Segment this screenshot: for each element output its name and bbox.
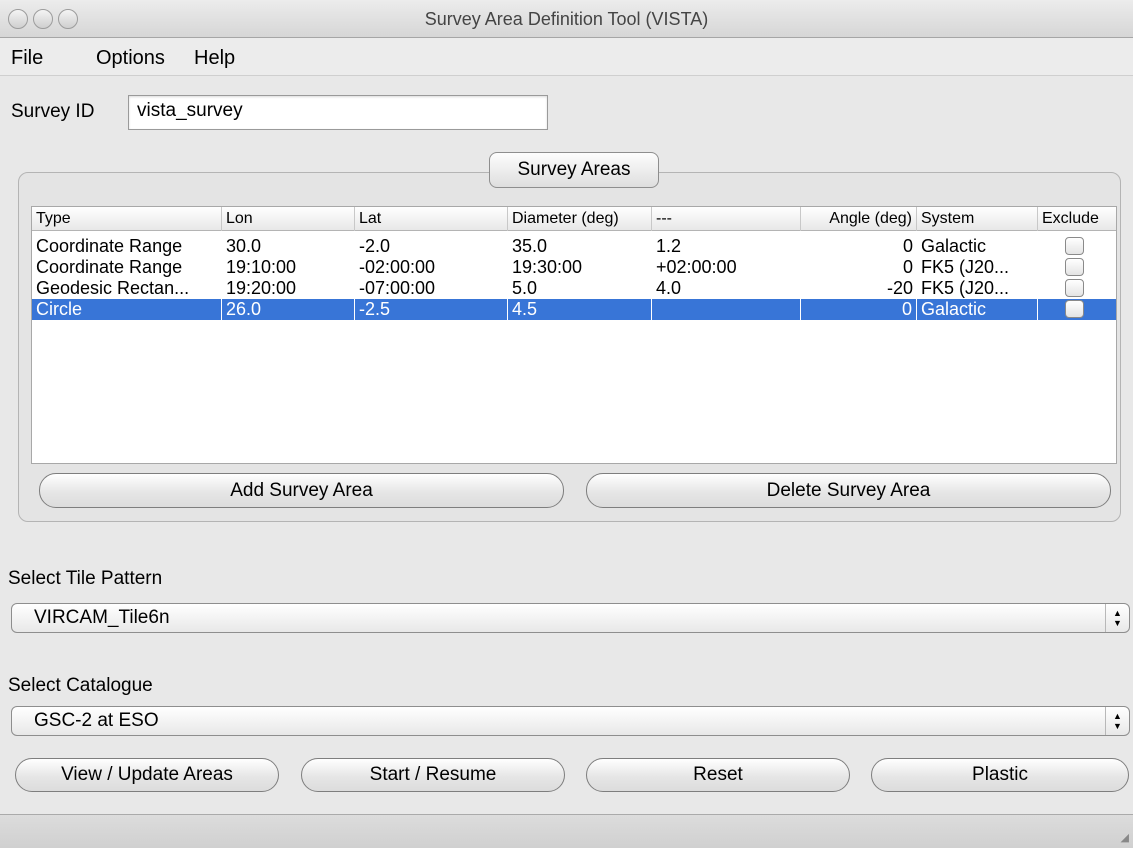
menu-options[interactable]: Options	[96, 47, 165, 70]
status-bar: ◢	[0, 814, 1133, 848]
menu-help[interactable]: Help	[194, 47, 235, 70]
cell-angle: 0	[902, 236, 913, 256]
select-arrows-icon: ▲ ▼	[1105, 707, 1129, 735]
catalogue-label: Select Catalogue	[8, 675, 153, 696]
column-header-diameter[interactable]: Diameter (deg)	[508, 207, 652, 231]
table-row[interactable]: Coordinate Range 30.0 -2.0 35.0 1.2 0 Ga…	[32, 236, 1116, 257]
survey-areas-table[interactable]: Type Lon Lat Diameter (deg) --- Angle (d…	[31, 206, 1117, 464]
catalogue-select[interactable]: GSC-2 at ESO ▲ ▼	[11, 706, 1130, 736]
menu-bar: File Options Help	[0, 38, 1133, 76]
exclude-checkbox[interactable]	[1065, 258, 1084, 276]
column-header-lat[interactable]: Lat	[355, 207, 508, 231]
cell-extra: 4.0	[656, 278, 682, 298]
tile-pattern-select[interactable]: VIRCAM_Tile6n ▲ ▼	[11, 603, 1130, 633]
cell-lat: -2.5	[355, 299, 508, 320]
cell-angle: 0	[801, 299, 917, 320]
cell-diameter: 35.0	[512, 236, 548, 256]
cell-lon: 30.0	[226, 236, 262, 256]
cell-type: Coordinate Range	[36, 236, 183, 256]
cell-extra: +02:00:00	[656, 257, 737, 277]
table-row[interactable]: Geodesic Rectan... 19:20:00 -07:00:00 5.…	[32, 278, 1116, 299]
window-title: Survey Area Definition Tool (VISTA)	[424, 9, 709, 29]
survey-id-label: Survey ID	[11, 101, 95, 122]
delete-survey-area-button[interactable]: Delete Survey Area	[586, 473, 1111, 508]
column-header-system[interactable]: System	[917, 207, 1038, 231]
table-row-selected[interactable]: Circle 26.0 -2.5 4.5 0 Galactic	[32, 299, 1116, 320]
cell-type: Geodesic Rectan...	[36, 278, 190, 298]
column-header-lon[interactable]: Lon	[222, 207, 355, 231]
column-header-angle[interactable]: Angle (deg)	[801, 207, 917, 231]
cell-system: FK5 (J20...	[921, 278, 1010, 298]
cell-lon: 26.0	[222, 299, 355, 320]
survey-areas-title[interactable]: Survey Areas	[489, 152, 659, 188]
cell-extra	[652, 299, 801, 320]
tile-pattern-label: Select Tile Pattern	[8, 568, 163, 589]
cell-system: Galactic	[917, 299, 1038, 320]
exclude-checkbox[interactable]	[1065, 237, 1084, 255]
cell-lon: 19:10:00	[226, 257, 297, 277]
cell-type: Circle	[32, 299, 222, 320]
column-header-exclude[interactable]: Exclude	[1038, 207, 1116, 231]
tile-pattern-value: VIRCAM_Tile6n	[34, 607, 170, 628]
resize-grip-icon[interactable]: ◢	[1121, 831, 1129, 844]
cell-angle: 0	[902, 257, 913, 277]
column-header-extra[interactable]: ---	[652, 207, 801, 231]
cell-system: Galactic	[921, 236, 987, 256]
table-row[interactable]: Coordinate Range 19:10:00 -02:00:00 19:3…	[32, 257, 1116, 278]
cell-lon: 19:20:00	[226, 278, 297, 298]
cell-system: FK5 (J20...	[921, 257, 1010, 277]
column-header-type[interactable]: Type	[32, 207, 222, 231]
cell-diameter: 19:30:00	[512, 257, 583, 277]
catalogue-value: GSC-2 at ESO	[34, 710, 159, 731]
title-bar: Survey Area Definition Tool (VISTA)	[0, 0, 1133, 38]
table-header: Type Lon Lat Diameter (deg) --- Angle (d…	[32, 207, 1116, 231]
cell-lat: -2.0	[359, 236, 391, 256]
cell-lat: -02:00:00	[359, 257, 436, 277]
cell-angle: -20	[886, 278, 913, 298]
start-resume-button[interactable]: Start / Resume	[301, 758, 565, 792]
survey-id-input[interactable]: vista_survey	[128, 95, 548, 130]
add-survey-area-button[interactable]: Add Survey Area	[39, 473, 564, 508]
cell-lat: -07:00:00	[359, 278, 436, 298]
cell-diameter: 4.5	[508, 299, 652, 320]
view-update-areas-button[interactable]: View / Update Areas	[15, 758, 279, 792]
exclude-checkbox[interactable]	[1065, 300, 1084, 318]
cell-type: Coordinate Range	[36, 257, 183, 277]
menu-file[interactable]: File	[11, 47, 43, 70]
cell-extra: 1.2	[656, 236, 682, 256]
exclude-checkbox[interactable]	[1065, 279, 1084, 297]
cell-diameter: 5.0	[512, 278, 538, 298]
plastic-button[interactable]: Plastic	[871, 758, 1129, 792]
select-arrows-icon: ▲ ▼	[1105, 604, 1129, 632]
reset-button[interactable]: Reset	[586, 758, 850, 792]
